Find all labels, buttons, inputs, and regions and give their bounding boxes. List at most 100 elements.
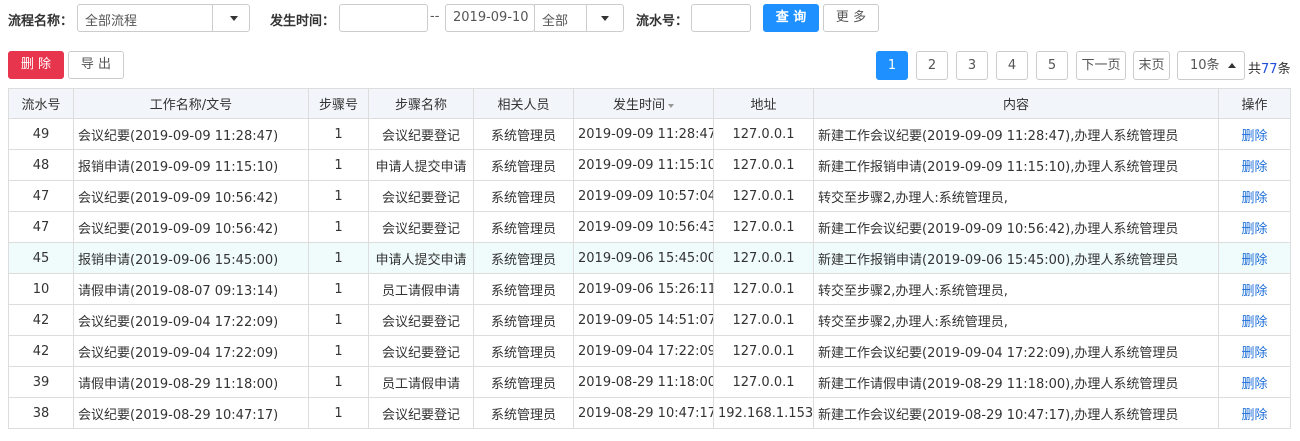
cell-action: 删除 [1218,304,1291,336]
cell-serial: 10 [8,273,74,305]
cell-person: 系统管理员 [473,180,574,212]
cell-person: 系统管理员 [473,397,574,429]
cell-step-no: 1 [308,397,369,429]
cell-action: 删除 [1218,180,1291,212]
col-action: 操作 [1218,88,1291,119]
cell-person: 系统管理员 [473,366,574,398]
table-row[interactable]: 49 会议纪要(2019-09-09 11:28:47) 1 会议纪要登记 系统管理员 2… [8,118,1291,150]
cell-serial: 42 [8,335,74,367]
page-4[interactable]: 4 [996,51,1028,80]
filter-bar: 流程名称： 全部流程 发生时间： -- 2019-09-10 全部 流水号： 查… [0,0,1300,38]
range-value: 全部 [542,14,569,29]
table-row[interactable]: 45 报销申请(2019-09-06 15:45:00) 1 申请人提交申请 系统管理员… [8,242,1291,274]
cell-action: 删除 [1218,273,1291,305]
cell-content: 新建工作会议纪要(2019-09-09 11:28:47),办理人系统管理员 [813,118,1219,150]
page-2[interactable]: 2 [916,51,948,80]
cell-serial: 42 [8,304,74,336]
cell-time: 2019-08-29 11:18:00 [573,366,714,398]
table-row[interactable]: 42 会议纪要(2019-09-04 17:22:09) 1 会议纪要登记 系统管理员 2… [8,304,1291,336]
col-address: 地址 [713,88,814,119]
row-delete-link[interactable]: 删除 [1241,346,1267,361]
row-delete-link[interactable]: 删除 [1241,191,1267,206]
total-count: 77 [1261,62,1278,77]
page-1[interactable]: 1 [876,51,908,80]
cell-time: 2019-09-04 17:22:09 [573,335,714,367]
query-button[interactable]: 查 询 [763,4,819,32]
cell-person: 系统管理员 [473,304,574,336]
select-divider [212,5,213,31]
cell-work-name: 请假申请(2019-08-29 11:18:00) [73,366,309,398]
cell-action: 删除 [1218,242,1291,274]
cell-address: 127.0.0.1 [713,180,814,212]
cell-content: 转交至步骤2,办理人:系统管理员, [813,273,1219,305]
cell-address: 127.0.0.1 [713,273,814,305]
row-delete-link[interactable]: 删除 [1241,253,1267,268]
next-page-button[interactable]: 下一页 [1076,51,1126,80]
cell-time: 2019-09-09 10:57:04 [573,180,714,212]
table-row[interactable]: 10 请假申请(2019-08-07 09:13:14) 1 员工请假申请 系统管理员 2… [8,273,1291,305]
cell-step-name: 会议纪要登记 [368,180,474,212]
table-row[interactable]: 42 会议纪要(2019-09-04 17:22:09) 1 会议纪要登记 系统管理员 2… [8,335,1291,367]
time-from-input[interactable] [339,4,428,32]
select-divider [586,5,587,31]
cell-content: 转交至步骤2,办理人:系统管理员, [813,180,1219,212]
table-row[interactable]: 39 请假申请(2019-08-29 11:18:00) 1 员工请假申请 系统管理员 2… [8,366,1291,398]
cell-address: 192.168.1.153 [713,397,814,429]
col-step-no: 步骤号 [308,88,369,119]
cell-action: 删除 [1218,366,1291,398]
time-label: 发生时间： [270,14,336,29]
row-delete-link[interactable]: 删除 [1241,160,1267,175]
table-row[interactable]: 48 报销申请(2019-09-09 11:15:10) 1 申请人提交申请 系统管理员… [8,149,1291,181]
flow-name-value: 全部流程 [85,14,138,29]
page-size-select[interactable]: 10条 [1177,51,1245,80]
table-row[interactable]: 38 会议纪要(2019-08-29 10:47:17) 1 会议纪要登记 系统管理员 2… [8,397,1291,429]
delete-button[interactable]: 删 除 [8,51,64,79]
cell-step-no: 1 [308,118,369,150]
cell-serial: 49 [8,118,74,150]
page-3[interactable]: 3 [956,51,988,80]
export-button[interactable]: 导 出 [68,51,124,79]
table-row[interactable]: 47 会议纪要(2019-09-09 10:56:42) 1 会议纪要登记 系统管理员 2… [8,211,1291,243]
cell-work-name: 请假申请(2019-08-07 09:13:14) [73,273,309,305]
serial-input[interactable] [691,4,751,32]
cell-work-name: 会议纪要(2019-09-04 17:22:09) [73,335,309,367]
row-delete-link[interactable]: 删除 [1241,222,1267,237]
time-to-input[interactable]: 2019-09-10 [445,4,535,32]
page-5[interactable]: 5 [1036,51,1068,80]
cell-content: 新建工作报销申请(2019-09-09 11:15:10),办理人系统管理员 [813,149,1219,181]
cell-work-name: 报销申请(2019-09-09 11:15:10) [73,149,309,181]
cell-address: 127.0.0.1 [713,335,814,367]
sort-icon[interactable] [668,103,674,108]
col-person: 相关人员 [473,88,574,119]
cell-address: 127.0.0.1 [713,242,814,274]
cell-step-name: 会议纪要登记 [368,118,474,150]
cell-step-name: 员工请假申请 [368,366,474,398]
row-delete-link[interactable]: 删除 [1241,315,1267,330]
row-delete-link[interactable]: 删除 [1241,408,1267,423]
row-delete-link[interactable]: 删除 [1241,284,1267,299]
cell-action: 删除 [1218,211,1291,243]
col-step-name: 步骤名称 [368,88,474,119]
chevron-down-icon [230,16,238,21]
serial-label: 流水号： [636,14,689,29]
range-select[interactable]: 全部 [534,4,624,32]
row-delete-link[interactable]: 删除 [1241,377,1267,392]
cell-step-no: 1 [308,273,369,305]
cell-address: 127.0.0.1 [713,304,814,336]
cell-step-no: 1 [308,335,369,367]
table-row[interactable]: 47 会议纪要(2019-09-09 10:56:42) 1 会议纪要登记 系统管理员 2… [8,180,1291,212]
row-delete-link[interactable]: 删除 [1241,129,1267,144]
cell-address: 127.0.0.1 [713,118,814,150]
cell-work-name: 会议纪要(2019-09-09 11:28:47) [73,118,309,150]
cell-content: 新建工作请假申请(2019-08-29 11:18:00),办理人系统管理员 [813,366,1219,398]
cell-time: 2019-08-29 10:47:17 [573,397,714,429]
more-button[interactable]: 更 多 [823,4,879,32]
cell-serial: 47 [8,180,74,212]
cell-person: 系统管理员 [473,118,574,150]
cell-serial: 38 [8,397,74,429]
cell-person: 系统管理员 [473,273,574,305]
col-time[interactable]: 发生时间 [573,88,714,119]
cell-address: 127.0.0.1 [713,149,814,181]
flow-name-select[interactable]: 全部流程 [77,4,250,32]
last-page-button[interactable]: 末页 [1133,51,1170,80]
